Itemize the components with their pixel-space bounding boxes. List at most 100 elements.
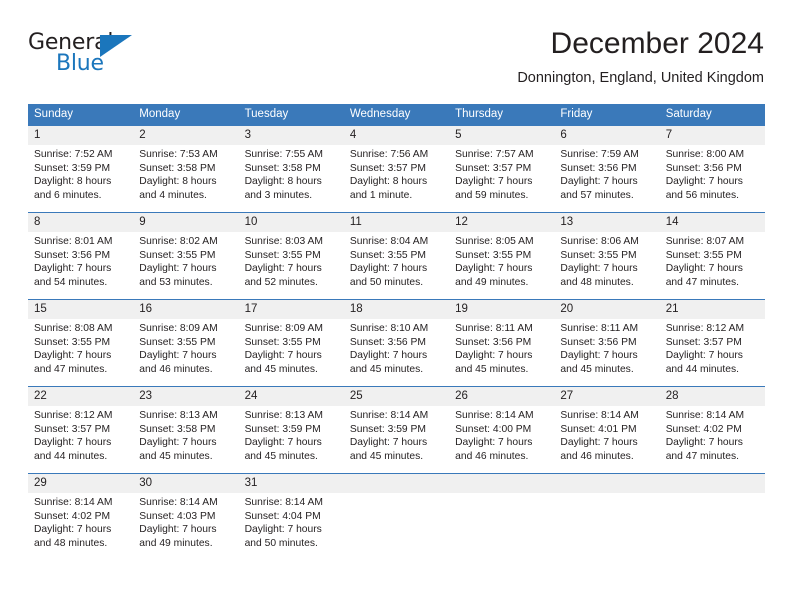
day-details: Sunrise: 8:04 AM Sunset: 3:55 PM Dayligh…	[344, 232, 449, 289]
day-number: 16	[139, 303, 153, 315]
calendar-day-cell[interactable]: 26 Sunrise: 8:14 AM Sunset: 4:00 PM Dayl…	[449, 387, 555, 473]
daylight-text-line1: Daylight: 7 hours	[560, 350, 638, 362]
calendar-day-cell[interactable]: 9 Sunrise: 8:02 AM Sunset: 3:55 PM Dayli…	[133, 213, 239, 299]
day-number-band: 18	[343, 300, 450, 319]
sunrise-text: Sunrise: 8:06 AM	[560, 236, 639, 247]
day-number-band: 2	[133, 126, 239, 145]
calendar-day-cell[interactable]: 28 Sunrise: 8:14 AM Sunset: 4:02 PM Dayl…	[659, 387, 765, 473]
day-details: Sunrise: 8:00 AM Sunset: 3:56 PM Dayligh…	[660, 145, 765, 202]
sunrise-text: Sunrise: 8:08 AM	[34, 323, 113, 334]
calendar-day-cell-empty	[343, 474, 450, 560]
calendar-day-cell[interactable]: 20 Sunrise: 8:11 AM Sunset: 3:56 PM Dayl…	[554, 300, 660, 386]
daylight-text-line1: Daylight: 7 hours	[455, 263, 533, 275]
calendar-day-cell[interactable]: 29 Sunrise: 8:14 AM Sunset: 4:02 PM Dayl…	[28, 474, 134, 560]
day-number-band: 24	[238, 387, 344, 406]
day-number: 1	[34, 129, 41, 141]
calendar-day-cell[interactable]: 2 Sunrise: 7:53 AM Sunset: 3:58 PM Dayli…	[133, 126, 239, 212]
general-blue-logo[interactable]: General Blue	[28, 30, 148, 80]
calendar-day-cell[interactable]: 30 Sunrise: 8:14 AM Sunset: 4:03 PM Dayl…	[133, 474, 239, 560]
day-details: Sunrise: 8:13 AM Sunset: 3:58 PM Dayligh…	[133, 406, 238, 463]
daylight-text-line2: and 49 minutes.	[139, 537, 213, 549]
day-number-band: 16	[133, 300, 239, 319]
calendar-day-cell[interactable]: 22 Sunrise: 8:12 AM Sunset: 3:57 PM Dayl…	[28, 387, 134, 473]
calendar-day-cell[interactable]: 18 Sunrise: 8:10 AM Sunset: 3:56 PM Dayl…	[343, 300, 450, 386]
sunset-text: Sunset: 4:04 PM	[244, 510, 321, 522]
daylight-text-line1: Daylight: 8 hours	[34, 176, 112, 188]
calendar-day-cell[interactable]: 8 Sunrise: 8:01 AM Sunset: 3:56 PM Dayli…	[28, 213, 134, 299]
sunset-text: Sunset: 3:55 PM	[244, 249, 321, 261]
calendar-day-cell[interactable]: 23 Sunrise: 8:13 AM Sunset: 3:58 PM Dayl…	[133, 387, 239, 473]
sunset-text: Sunset: 4:02 PM	[34, 510, 111, 522]
calendar-day-cell[interactable]: 1 Sunrise: 7:52 AM Sunset: 3:59 PM Dayli…	[28, 126, 134, 212]
day-details: Sunrise: 8:09 AM Sunset: 3:55 PM Dayligh…	[239, 319, 344, 376]
day-number-band: 3	[238, 126, 344, 145]
calendar-day-cell[interactable]: 25 Sunrise: 8:14 AM Sunset: 3:59 PM Dayl…	[343, 387, 450, 473]
calendar-day-cell[interactable]: 21 Sunrise: 8:12 AM Sunset: 3:57 PM Dayl…	[659, 300, 765, 386]
daylight-text-line2: and 49 minutes.	[455, 276, 529, 288]
daylight-text-line1: Daylight: 8 hours	[139, 176, 217, 188]
calendar-day-cell[interactable]: 12 Sunrise: 8:05 AM Sunset: 3:55 PM Dayl…	[449, 213, 555, 299]
sunrise-text: Sunrise: 8:09 AM	[244, 323, 323, 334]
day-details: Sunrise: 8:14 AM Sunset: 4:02 PM Dayligh…	[28, 493, 133, 550]
calendar-day-cell[interactable]: 10 Sunrise: 8:03 AM Sunset: 3:55 PM Dayl…	[238, 213, 344, 299]
daylight-text-line1: Daylight: 7 hours	[349, 350, 428, 362]
daylight-text-line2: and 45 minutes.	[244, 450, 318, 462]
daylight-text-line2: and 45 minutes.	[139, 450, 213, 462]
daylight-text-line1: Daylight: 7 hours	[34, 350, 112, 362]
daylight-text-line1: Daylight: 7 hours	[139, 437, 217, 449]
sunset-text: Sunset: 3:58 PM	[139, 423, 216, 435]
day-details: Sunrise: 7:56 AM Sunset: 3:57 PM Dayligh…	[344, 145, 449, 202]
calendar-day-cell[interactable]: 3 Sunrise: 7:55 AM Sunset: 3:58 PM Dayli…	[238, 126, 344, 212]
day-number-band: 12	[449, 213, 555, 232]
sunrise-text: Sunrise: 8:13 AM	[139, 410, 218, 421]
day-number: 6	[560, 129, 567, 141]
calendar-day-cell[interactable]: 16 Sunrise: 8:09 AM Sunset: 3:55 PM Dayl…	[133, 300, 239, 386]
day-number-band: 7	[659, 126, 765, 145]
day-number: 29	[34, 477, 47, 489]
calendar-day-cell[interactable]: 6 Sunrise: 7:59 AM Sunset: 3:56 PM Dayli…	[554, 126, 660, 212]
sunrise-text: Sunrise: 7:56 AM	[349, 149, 429, 160]
sunrise-text: Sunrise: 8:12 AM	[34, 410, 113, 421]
day-details: Sunrise: 8:13 AM Sunset: 3:59 PM Dayligh…	[239, 406, 344, 463]
calendar-day-cell[interactable]: 17 Sunrise: 8:09 AM Sunset: 3:55 PM Dayl…	[238, 300, 344, 386]
day-number-band: 10	[238, 213, 344, 232]
daylight-text-line1: Daylight: 7 hours	[349, 437, 428, 449]
sunset-text: Sunset: 3:58 PM	[139, 162, 216, 174]
title-block: December 2024 Donnington, England, Unite…	[517, 26, 764, 88]
calendar-day-cell[interactable]: 24 Sunrise: 8:13 AM Sunset: 3:59 PM Dayl…	[238, 387, 344, 473]
day-details: Sunrise: 8:14 AM Sunset: 4:01 PM Dayligh…	[554, 406, 659, 463]
calendar-day-cell[interactable]: 19 Sunrise: 8:11 AM Sunset: 3:56 PM Dayl…	[449, 300, 555, 386]
daylight-text-line2: and 47 minutes.	[665, 450, 739, 462]
calendar-day-cell[interactable]: 14 Sunrise: 8:07 AM Sunset: 3:55 PM Dayl…	[659, 213, 765, 299]
day-number: 8	[34, 216, 41, 228]
daylight-text-line2: and 45 minutes.	[349, 363, 424, 375]
sunset-text: Sunset: 3:59 PM	[34, 162, 111, 174]
day-number: 30	[139, 477, 153, 489]
calendar-day-cell[interactable]: 5 Sunrise: 7:57 AM Sunset: 3:57 PM Dayli…	[449, 126, 555, 212]
day-number-band	[343, 474, 450, 493]
daylight-text-line2: and 46 minutes.	[560, 450, 634, 462]
calendar-day-cell[interactable]: 27 Sunrise: 8:14 AM Sunset: 4:01 PM Dayl…	[554, 387, 660, 473]
sunset-text: Sunset: 3:55 PM	[349, 249, 426, 261]
page-subtitle: Donnington, England, United Kingdom	[517, 70, 764, 86]
daylight-text-line1: Daylight: 7 hours	[139, 263, 217, 275]
calendar-day-cell[interactable]: 31 Sunrise: 8:14 AM Sunset: 4:04 PM Dayl…	[238, 474, 344, 560]
day-number-band: 20	[554, 300, 660, 319]
daylight-text-line2: and 50 minutes.	[244, 537, 318, 549]
calendar-day-cell-empty	[659, 474, 765, 560]
weekday-header-tuesday: Tuesday	[244, 108, 289, 120]
day-number: 21	[665, 303, 679, 315]
sunrise-text: Sunrise: 7:59 AM	[560, 149, 639, 160]
calendar-day-cell[interactable]: 11 Sunrise: 8:04 AM Sunset: 3:55 PM Dayl…	[343, 213, 450, 299]
calendar-grid: Sunday Monday Tuesday Wednesday Thursday…	[28, 104, 765, 560]
calendar-day-cell[interactable]: 7 Sunrise: 8:00 AM Sunset: 3:56 PM Dayli…	[659, 126, 765, 212]
daylight-text-line1: Daylight: 7 hours	[665, 437, 743, 449]
calendar-day-cell[interactable]: 13 Sunrise: 8:06 AM Sunset: 3:55 PM Dayl…	[554, 213, 660, 299]
daylight-text-line1: Daylight: 7 hours	[455, 350, 533, 362]
calendar-day-cell[interactable]: 4 Sunrise: 7:56 AM Sunset: 3:57 PM Dayli…	[343, 126, 450, 212]
day-details: Sunrise: 8:07 AM Sunset: 3:55 PM Dayligh…	[660, 232, 765, 289]
calendar-day-cell[interactable]: 15 Sunrise: 8:08 AM Sunset: 3:55 PM Dayl…	[28, 300, 134, 386]
daylight-text-line1: Daylight: 7 hours	[34, 437, 112, 449]
sunset-text: Sunset: 3:56 PM	[560, 336, 637, 348]
sunset-text: Sunset: 3:55 PM	[34, 336, 111, 348]
